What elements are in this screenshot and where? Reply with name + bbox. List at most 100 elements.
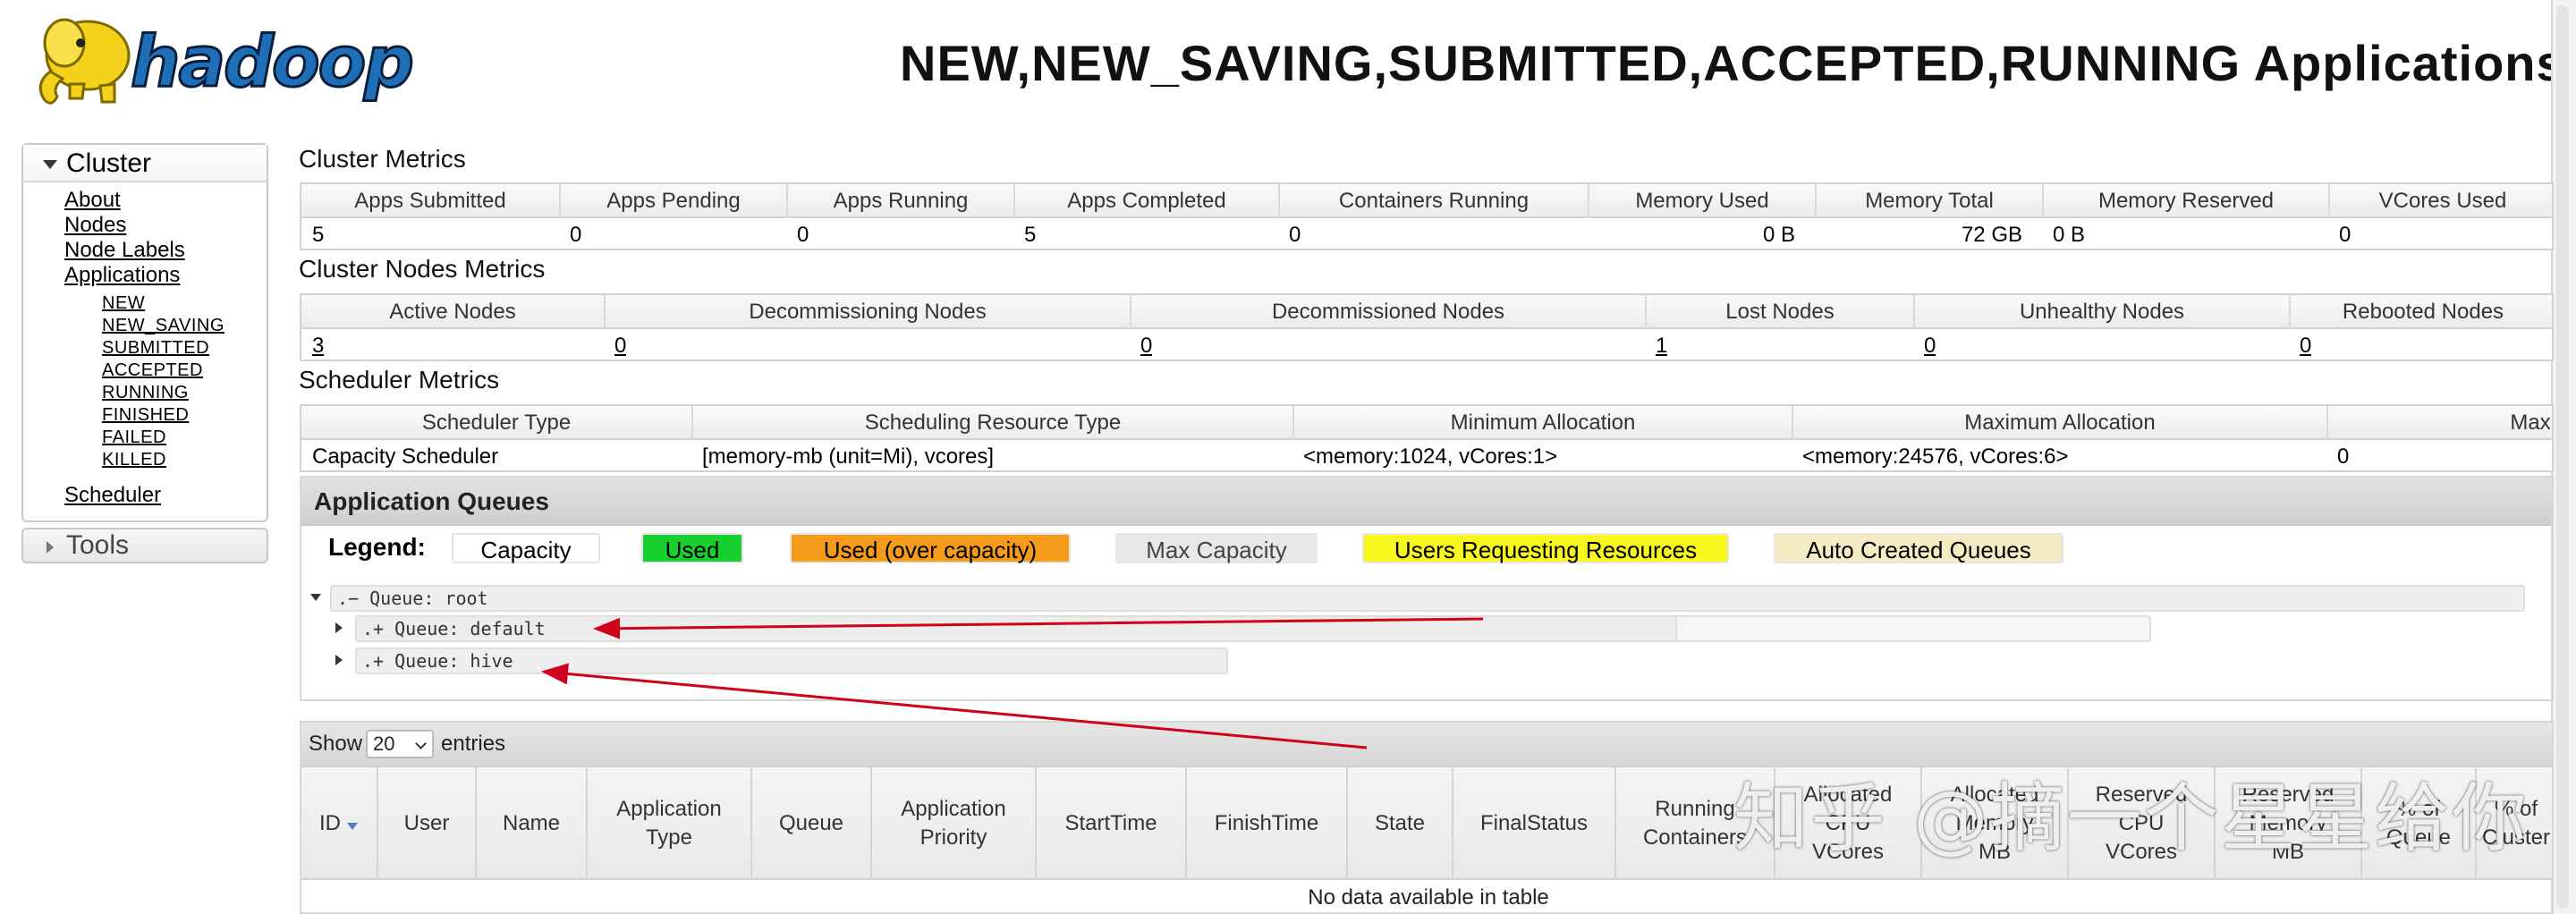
table-row: Capacity Scheduler [memory-mb (unit=Mi),… xyxy=(301,440,2552,470)
column-header: Active Nodes xyxy=(389,300,516,324)
hadoop-logo[interactable]: hadoop xyxy=(25,9,454,113)
apps-submitted-value: 5 xyxy=(312,223,325,247)
tools-nav-header[interactable]: Tools xyxy=(21,528,268,563)
nav-app-state-new[interactable]: NEW xyxy=(102,293,145,314)
scheduling-resource-type-value: [memory-mb (unit=Mi), vcores] xyxy=(702,444,995,469)
entries-label: entries xyxy=(441,732,506,756)
caret-right-icon xyxy=(47,541,54,554)
legend-capacity: Capacity xyxy=(452,533,600,563)
nav-app-state-failed[interactable]: FAILED xyxy=(102,427,166,448)
nav-app-state-accepted[interactable]: ACCEPTED xyxy=(102,360,203,381)
column-header: Apps Running xyxy=(786,184,1013,218)
caret-down-icon xyxy=(43,160,57,169)
queue-root-bar[interactable]: .− Queue: root xyxy=(330,585,2525,612)
chevron-down-icon xyxy=(415,738,427,749)
column-header-final-status[interactable]: FinalStatus xyxy=(1452,767,1614,880)
nav-app-state-new-saving[interactable]: NEW_SAVING xyxy=(102,316,225,336)
containers-running-value: 0 xyxy=(1289,223,1301,247)
scheduler-metrics-title: Scheduler Metrics xyxy=(299,366,500,394)
entries-per-page-select[interactable]: 20 xyxy=(366,730,434,758)
table-row: 5 0 0 5 0 0 B 72 GB 0 B 0 xyxy=(301,218,2552,249)
column-header: VCores Used xyxy=(2328,184,2552,218)
application-queues-panel: Application Queues Legend: Capacity Used… xyxy=(300,476,2554,701)
column-header: Containers Running xyxy=(1278,184,1588,218)
column-header: Memory Reserved xyxy=(2042,184,2328,218)
column-header: Decommissioned Nodes xyxy=(1130,295,1645,329)
minimum-allocation-value: <memory:1024, vCores:1> xyxy=(1303,444,1558,469)
column-header-queue[interactable]: Queue xyxy=(750,767,870,880)
page-title: NEW,NEW_SAVING,SUBMITTED,ACCEPTED,RUNNIN… xyxy=(900,35,2565,91)
cluster-nav-header[interactable]: Cluster xyxy=(23,145,267,182)
scrollbar-thumb[interactable] xyxy=(2556,5,2569,909)
column-header-start-time[interactable]: StartTime xyxy=(1035,767,1185,880)
legend-used: Used xyxy=(641,533,743,563)
table-row: 3 0 0 1 0 0 xyxy=(301,329,2552,360)
column-header: Rebooted Nodes xyxy=(2289,295,2552,329)
column-header: Maximum Allocation xyxy=(1792,406,2326,440)
lost-nodes-link[interactable]: 1 xyxy=(1645,329,1667,360)
nodes-metrics-title: Cluster Nodes Metrics xyxy=(299,255,546,283)
column-header: Scheduling Resource Type xyxy=(691,406,1292,440)
nav-link-node-labels[interactable]: Node Labels xyxy=(64,238,185,263)
active-nodes-link[interactable]: 3 xyxy=(301,329,324,360)
entries-per-page-value: 20 xyxy=(373,732,395,755)
column-header-finish-time[interactable]: FinishTime xyxy=(1185,767,1346,880)
legend-label: Legend: xyxy=(328,533,426,561)
cluster-metrics-title: Cluster Metrics xyxy=(299,145,466,173)
apps-completed-value: 5 xyxy=(1024,223,1037,247)
nav-link-applications[interactable]: Applications xyxy=(64,263,180,288)
table-header-row: Scheduler Type Scheduling Resource Type … xyxy=(301,406,2552,440)
unhealthy-nodes-link[interactable]: 0 xyxy=(1913,329,1936,360)
column-header: Lost Nodes xyxy=(1645,295,1913,329)
nodes-metrics-table: Active Nodes Decommissioning Nodes Decom… xyxy=(300,293,2554,361)
column-header: Memory Used xyxy=(1588,184,1815,218)
apps-running-value: 0 xyxy=(797,223,809,247)
application-queues-title[interactable]: Application Queues xyxy=(301,478,2552,526)
tree-collapsed-icon[interactable] xyxy=(335,622,343,633)
nav-app-state-submitted[interactable]: SUBMITTED xyxy=(102,338,209,359)
column-header: Minimum Allocation xyxy=(1292,406,1792,440)
scheduler-metrics-table: Scheduler Type Scheduling Resource Type … xyxy=(300,404,2554,472)
logo-text: hadoop xyxy=(131,22,412,103)
legend-used-over-capacity: Used (over capacity) xyxy=(790,533,1071,563)
memory-reserved-value: 0 B xyxy=(2053,223,2086,247)
cluster-nav-label: Cluster xyxy=(66,148,152,178)
column-header: Decommissioning Nodes xyxy=(604,295,1130,329)
memory-used-value: 0 B xyxy=(1762,223,1795,247)
column-header-application-type[interactable]: Application Type xyxy=(586,767,750,880)
tools-nav-label: Tools xyxy=(66,530,130,560)
column-header-user[interactable]: User xyxy=(377,767,475,880)
vcores-used-value: 0 xyxy=(2339,223,2351,247)
maximum-allocation-value: <memory:24576, vCores:6> xyxy=(1802,444,2069,469)
column-header-state[interactable]: State xyxy=(1346,767,1452,880)
watermark: 知乎 @摘一个星星给你 xyxy=(1733,774,2529,862)
tree-expanded-icon[interactable] xyxy=(310,594,321,601)
column-header-name[interactable]: Name xyxy=(475,767,586,880)
nav-link-about[interactable]: About xyxy=(64,188,121,213)
column-header-id[interactable]: ID xyxy=(301,767,377,880)
queue-default-label: .+ Queue: default xyxy=(362,618,546,639)
column-header: Scheduler Type xyxy=(421,410,572,435)
sort-descending-icon xyxy=(347,823,358,830)
rebooted-nodes-link[interactable]: 0 xyxy=(2289,329,2311,360)
column-header-application-priority[interactable]: Application Priority xyxy=(870,767,1035,880)
apps-pending-value: 0 xyxy=(570,223,582,247)
nav-app-state-killed[interactable]: KILLED xyxy=(102,450,166,470)
scheduler-type-value: Capacity Scheduler xyxy=(312,444,499,469)
queue-hive-bar[interactable]: .+ Queue: hive xyxy=(355,647,1228,674)
nav-link-nodes[interactable]: Nodes xyxy=(64,213,126,238)
cluster-metrics-table: Apps Submitted Apps Pending Apps Running… xyxy=(300,182,2554,250)
queue-default-capacity-fill xyxy=(357,617,1677,640)
queue-default-bar[interactable]: .+ Queue: default xyxy=(355,615,2151,642)
nav-app-state-running[interactable]: RUNNING xyxy=(102,383,189,403)
nav-link-scheduler[interactable]: Scheduler xyxy=(64,483,161,508)
decommissioned-nodes-link[interactable]: 0 xyxy=(1130,329,1152,360)
tree-collapsed-icon[interactable] xyxy=(335,655,343,665)
elephant-icon xyxy=(38,18,131,105)
decommissioning-nodes-link[interactable]: 0 xyxy=(604,329,626,360)
column-header: Apps Submitted xyxy=(354,189,506,213)
column-header: Apps Pending xyxy=(559,184,786,218)
column-header: Apps Completed xyxy=(1013,184,1278,218)
column-label: ID xyxy=(319,811,341,835)
nav-app-state-finished[interactable]: FINISHED xyxy=(102,405,189,426)
